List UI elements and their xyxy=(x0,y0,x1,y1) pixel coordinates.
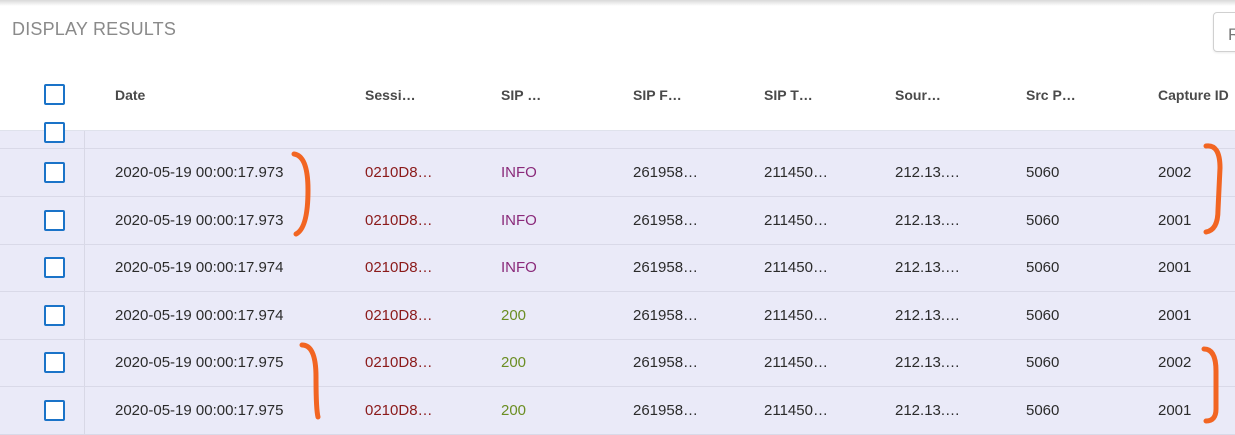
column-header-sip-from[interactable]: SIP F… xyxy=(633,87,682,103)
top-shadow xyxy=(0,0,1235,6)
cell-sip-method: 200 xyxy=(501,354,527,371)
cell-sip-from: 261958… xyxy=(633,211,699,229)
cell-source: 212.13.… xyxy=(895,354,961,371)
table-row-partial xyxy=(0,122,1235,149)
annotation-bracket-3 xyxy=(299,342,321,420)
cell-sip-to: 211450… xyxy=(764,306,828,324)
table-rows: 2020-05-19 00:00:17.973 0210D8… INFO 261958… xyxy=(0,149,1235,435)
cell-date: 2020-05-19 00:00:17.973 xyxy=(115,211,284,229)
cell-session: 0210D8… xyxy=(365,401,433,419)
cell-sip-to: 211450… xyxy=(764,211,828,229)
cell-source: 212.13.… xyxy=(895,259,961,276)
row-checkbox[interactable] xyxy=(44,399,65,421)
column-header-source[interactable]: Sour… xyxy=(895,87,941,103)
cell-capture-id: 2001 xyxy=(1158,401,1192,419)
column-header-capture-id[interactable]: Capture ID xyxy=(1158,87,1229,103)
cell-sip-method: 200 xyxy=(501,306,527,324)
table-row[interactable]: 2020-05-19 00:00:17.975 0210D8… 200 261958…… xyxy=(0,387,1235,435)
cell-session: 0210D8… xyxy=(365,164,433,181)
row-checkbox[interactable] xyxy=(44,162,65,183)
top-right-button[interactable]: R xyxy=(1213,12,1235,52)
cell-src-port: 5060 xyxy=(1026,354,1060,371)
annotation-bracket-4 xyxy=(1201,346,1219,424)
cell-sip-from: 261958… xyxy=(633,164,699,181)
cell-date: 2020-05-19 00:00:17.975 xyxy=(115,401,284,419)
annotation-bracket-1 xyxy=(291,151,311,237)
row-checkbox[interactable] xyxy=(44,352,65,373)
column-header-date[interactable]: Date xyxy=(115,87,145,103)
column-header-sip-method[interactable]: SIP … xyxy=(501,87,541,103)
cell-sip-from: 261958… xyxy=(633,306,699,324)
cell-date: 2020-05-19 00:00:17.975 xyxy=(115,354,284,371)
row-checkbox[interactable] xyxy=(44,122,65,143)
cell-sip-to: 211450… xyxy=(764,401,828,419)
table-row[interactable]: 2020-05-19 00:00:17.973 0210D8… INFO 261958… xyxy=(0,197,1235,245)
cell-session: 0210D8… xyxy=(365,211,433,229)
cell-date: 2020-05-19 00:00:17.974 xyxy=(115,259,284,276)
table-row[interactable]: 2020-05-19 00:00:17.975 0210D8… 200 261958…… xyxy=(0,339,1235,387)
column-header-session[interactable]: Sessi… xyxy=(365,87,416,103)
cell-date: 2020-05-19 00:00:17.973 xyxy=(115,164,284,181)
cell-sip-method: 200 xyxy=(501,401,527,419)
cell-source: 212.13.… xyxy=(895,164,961,181)
cell-session: 0210D8… xyxy=(365,354,433,371)
table-row[interactable]: 2020-05-19 00:00:17.974 0210D8… INFO 261958… xyxy=(0,244,1235,292)
cell-source: 212.13.… xyxy=(895,401,961,419)
cell-sip-method: INFO xyxy=(501,259,537,276)
cell-source: 212.13.… xyxy=(895,306,961,324)
table-header: Date Sessi… SIP … SIP F… SIP T… Sour… Sr… xyxy=(0,60,1235,131)
row-checkbox[interactable] xyxy=(44,257,65,278)
cell-source: 212.13.… xyxy=(895,211,961,229)
cell-src-port: 5060 xyxy=(1026,211,1060,229)
cell-capture-id: 2002 xyxy=(1158,354,1192,371)
table-row[interactable]: 2020-05-19 00:00:17.974 0210D8… 200 261958…… xyxy=(0,292,1235,340)
cell-capture-id: 2001 xyxy=(1158,259,1192,276)
cell-sip-to: 211450… xyxy=(764,164,828,181)
cell-src-port: 5060 xyxy=(1026,401,1060,419)
row-checkbox[interactable] xyxy=(44,304,65,326)
cell-src-port: 5060 xyxy=(1026,259,1060,276)
cell-date: 2020-05-19 00:00:17.974 xyxy=(115,306,284,324)
column-header-src-port[interactable]: Src P… xyxy=(1026,87,1076,103)
cell-src-port: 5060 xyxy=(1026,306,1060,324)
cell-capture-id: 2001 xyxy=(1158,211,1192,229)
cell-sip-from: 261958… xyxy=(633,401,699,419)
cell-sip-from: 261958… xyxy=(633,354,699,371)
select-all-checkbox[interactable] xyxy=(44,84,65,105)
cell-sip-method: INFO xyxy=(501,164,537,181)
cell-session: 0210D8… xyxy=(365,259,433,276)
cell-session: 0210D8… xyxy=(365,306,433,324)
table-row[interactable]: 2020-05-19 00:00:17.973 0210D8… INFO 261958… xyxy=(0,149,1235,197)
annotation-bracket-2 xyxy=(1203,143,1223,235)
cell-sip-to: 211450… xyxy=(764,354,828,371)
cell-sip-method: INFO xyxy=(501,211,537,229)
cell-sip-to: 211450… xyxy=(764,259,828,276)
cell-src-port: 5060 xyxy=(1026,164,1060,181)
column-header-sip-to[interactable]: SIP T… xyxy=(764,87,813,103)
row-checkbox[interactable] xyxy=(44,209,65,231)
cell-capture-id: 2001 xyxy=(1158,306,1192,324)
page-title: DISPLAY RESULTS xyxy=(12,19,177,39)
cell-sip-from: 261958… xyxy=(633,259,699,276)
cell-capture-id: 2002 xyxy=(1158,164,1192,181)
